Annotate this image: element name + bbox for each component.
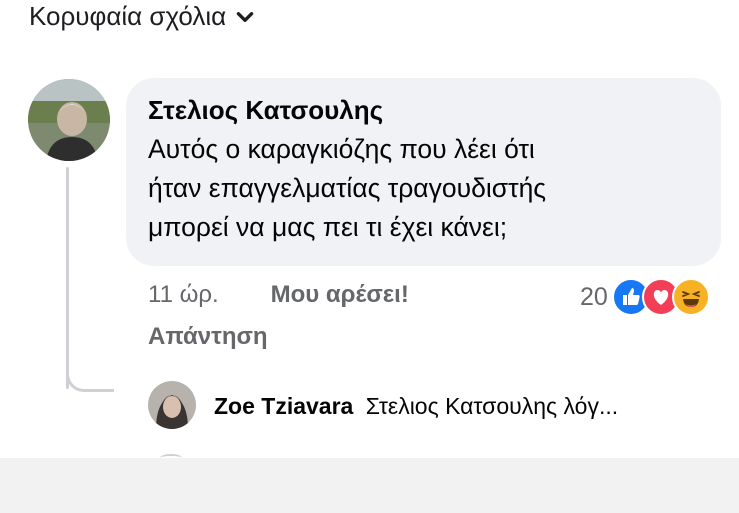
reply-preview-text: Στελιος Κατσουλης λόγ... — [365, 393, 619, 419]
like-button[interactable]: Μου αρέσει! — [271, 281, 409, 309]
reactions-summary[interactable]: 20 — [580, 278, 710, 316]
image-bottom-margin — [0, 458, 739, 513]
comment-actions: 11 ώρ. Μου αρέσει! — [148, 281, 409, 309]
comments-panel: Κορυφαία σχόλια Στελιος Κατσουλης Αυτός … — [0, 0, 739, 458]
reply-author[interactable]: Zoe Tziavara — [214, 393, 353, 419]
haha-icon — [671, 278, 710, 316]
comment-timestamp[interactable]: 11 ώρ. — [148, 281, 219, 309]
avatar[interactable] — [28, 79, 110, 161]
reply-avatar[interactable] — [148, 381, 196, 429]
thread-connector — [66, 360, 114, 392]
thread-line — [66, 167, 69, 389]
comment-bubble: Στελιος Κατσουλης Αυτός ο καραγκιόζης πο… — [126, 78, 721, 266]
reply-button[interactable]: Απάντηση — [148, 323, 268, 351]
comment-text: Αυτός ο καραγκιόζης που λέει ότι ήταν επ… — [148, 134, 547, 242]
comment-sort-dropdown[interactable]: Κορυφαία σχόλια — [29, 1, 256, 32]
profile-photo-icon — [148, 381, 196, 429]
chevron-down-icon — [236, 11, 254, 22]
profile-photo-icon — [28, 79, 110, 161]
sort-label: Κορυφαία σχόλια — [29, 1, 227, 31]
reply-preview[interactable]: Zoe Tziavara Στελιος Κατσουλης λόγ... — [214, 393, 618, 420]
comment-author[interactable]: Στελιος Κατσουλης — [148, 94, 699, 126]
reaction-count: 20 — [580, 282, 608, 311]
